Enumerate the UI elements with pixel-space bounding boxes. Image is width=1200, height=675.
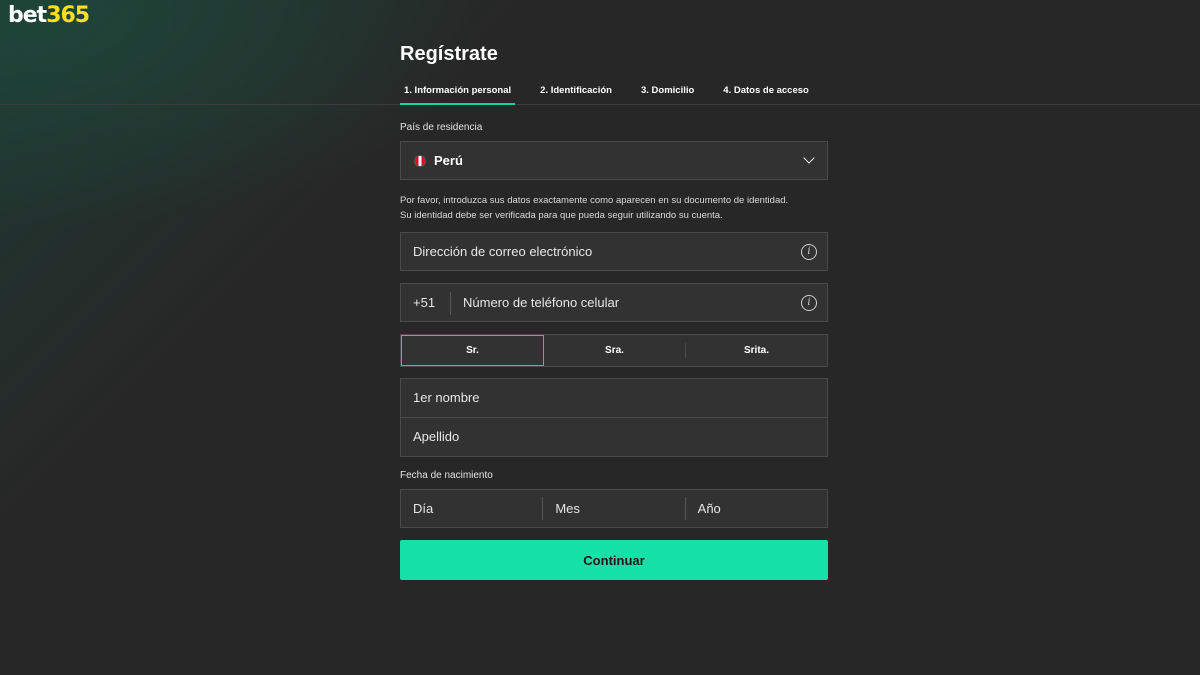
first-name-field[interactable]: 1er nombre [401,379,827,417]
prefix-divider [450,292,451,315]
dob-day-placeholder: Día [413,501,434,516]
chevron-down-icon [803,152,815,164]
phone-placeholder: Número de teléfono celular [463,295,620,310]
title-option-sr[interactable]: Sr. [401,335,544,366]
dob-label: Fecha de nacimiento [400,470,493,481]
page-title: Regístrate [400,43,498,65]
info-icon[interactable]: i [801,295,817,311]
last-name-placeholder: Apellido [413,429,460,444]
dob-month-placeholder: Mes [555,501,580,516]
tab-personal-info[interactable]: 1. Información personal [400,84,516,105]
peru-flag-icon [414,155,426,167]
tab-identification[interactable]: 2. Identificación [536,84,616,105]
continue-button[interactable]: Continuar [400,540,828,580]
first-name-placeholder: 1er nombre [413,390,480,405]
country-value: Perú [434,153,463,168]
bet365-logo[interactable]: bet365 [8,3,90,28]
notice-line-1: Por favor, introduzca sus datos exactame… [400,195,789,206]
email-field[interactable]: Dirección de correo electrónico i [400,232,828,271]
last-name-field[interactable]: Apellido [401,418,827,456]
date-of-birth-field: Día Mes Año [400,489,828,528]
title-option-sra[interactable]: Sra. [544,335,685,366]
name-fields: 1er nombre Apellido [400,378,828,457]
tab-address[interactable]: 3. Domicilio [637,84,698,105]
email-placeholder: Dirección de correo electrónico [413,244,593,259]
country-label: País de residencia [400,122,483,133]
logo-text-bet: bet [8,3,47,28]
identity-notice: Por favor, introduzca sus datos exactame… [400,193,828,223]
info-icon[interactable]: i [801,244,817,260]
dob-year-placeholder: Año [697,501,721,516]
tab-access-data[interactable]: 4. Datos de acceso [719,84,813,105]
notice-line-2: Su identidad debe ser verificada para qu… [400,210,723,221]
dob-year-field[interactable]: Año [686,490,827,527]
title-selector: Sr. Sra. Srita. [400,334,828,367]
country-select[interactable]: Perú [400,141,828,180]
phone-field[interactable]: +51 Número de teléfono celular i [400,283,828,322]
phone-prefix[interactable]: +51 [413,284,435,321]
logo-text-365: 365 [46,3,90,28]
registration-steps: 1. Información personal 2. Identificació… [400,84,834,105]
dob-day-field[interactable]: Día [401,490,542,527]
dob-month-field[interactable]: Mes [543,490,684,527]
title-option-srita[interactable]: Srita. [686,335,827,366]
